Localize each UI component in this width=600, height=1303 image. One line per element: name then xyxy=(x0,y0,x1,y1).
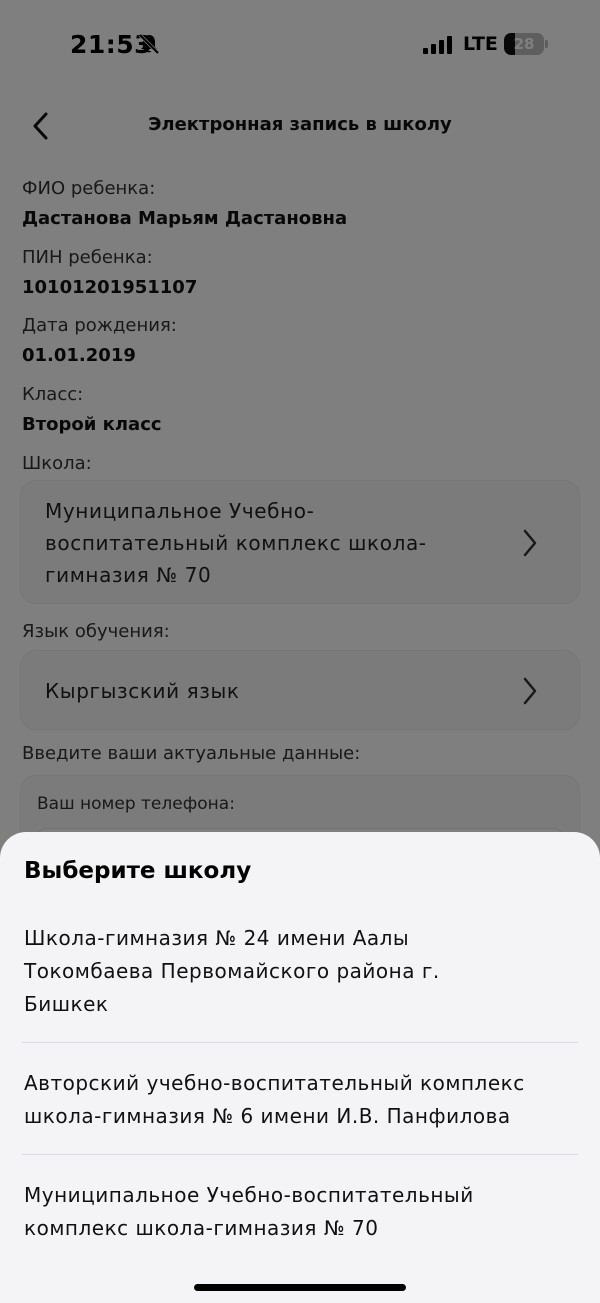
school-option-1[interactable]: Школа-гимназия № 24 имени Аалы Токомбаев… xyxy=(24,922,576,1021)
divider xyxy=(22,1042,578,1043)
school-option-line: комплекс школа-гимназия № 70 xyxy=(24,1216,379,1240)
school-option-line: Муниципальное Учебно-воспитательный xyxy=(24,1183,474,1207)
home-indicator[interactable] xyxy=(194,1284,406,1291)
school-option-2[interactable]: Авторский учебно-воспитательный комплекс… xyxy=(24,1067,576,1133)
school-option-line: Токомбаева Первомайского района г. xyxy=(24,959,440,983)
school-option-3[interactable]: Муниципальное Учебно-воспитательный комп… xyxy=(24,1179,576,1245)
school-option-line: Бишкек xyxy=(24,992,109,1016)
school-option-line: Школа-гимназия № 24 имени Аалы xyxy=(24,926,410,950)
school-option-line: Авторский учебно-воспитательный комплекс xyxy=(24,1071,525,1095)
school-option-line: школа-гимназия № 6 имени И.В. Панфилова xyxy=(24,1104,511,1128)
screen: 21:53 LTE 28 Электронная за xyxy=(0,0,600,1303)
school-picker-sheet: Выберите школу Школа-гимназия № 24 имени… xyxy=(0,832,600,1303)
divider xyxy=(22,1154,578,1155)
sheet-title: Выберите школу xyxy=(24,858,252,884)
